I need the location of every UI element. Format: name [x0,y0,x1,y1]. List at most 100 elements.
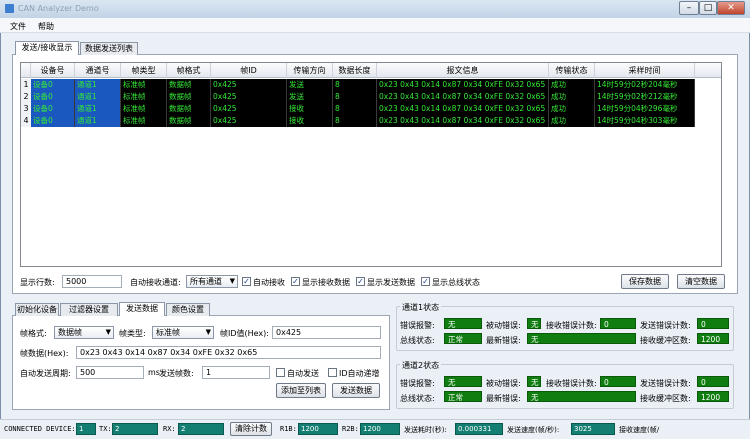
cell-time: 14时59分02秒212毫秒 [595,91,695,103]
auto-channel-label: 自动接收通道: [130,278,181,287]
tab-send-data[interactable]: 发送数据 [119,302,165,316]
table-row[interactable]: 1 设备0 通道1 标准帧 数据帧 0x425 发送 8 0x23 0x43 0x14 0x87… [21,79,721,91]
channel-select[interactable]: 所有通道 ▼ [186,275,238,288]
cell-direction: 发送 [287,91,333,103]
auto-send-checkbox[interactable] [276,368,285,377]
save-button[interactable]: 保存数据 [621,274,669,289]
show-send-checkbox[interactable]: ✓ [356,277,365,286]
r1b-value: 1200 [298,423,338,435]
passive-err-label: 被动错误: [486,321,521,330]
cell-message: 0x23 0x43 0x14 0x87 0x34 0xFE 0x32 0x65 [377,91,549,103]
frame-format-select[interactable]: 数据帧 ▼ [54,326,114,339]
count-input[interactable]: 1 [202,366,270,379]
row-number: 4 [21,115,31,127]
cell-status: 成功 [549,115,595,127]
send-speed-value: 3025 [571,423,615,435]
col-time[interactable]: 采样时间 [595,63,695,78]
col-frame-format[interactable]: 帧格式 [167,63,211,78]
col-frame-type[interactable]: 帧类型 [121,63,167,78]
show-receive-checkbox[interactable]: ✓ [291,277,300,286]
passive-err-value: 无 [527,376,541,387]
cell-direction: 发送 [287,79,333,91]
passive-err-value: 无 [527,318,541,329]
menu-file[interactable]: 文件 [10,21,26,32]
show-bus-label: 显示总线状态 [432,278,480,287]
col-device[interactable]: 设备号 [31,63,75,78]
rows-input[interactable]: 5000 [62,275,122,288]
col-direction[interactable]: 传输方向 [287,63,333,78]
message-table: 设备号 通道号 帧类型 帧格式 帧ID 传输方向 数据长度 报文信息 传输状态 … [20,62,722,267]
maximize-button[interactable]: □ [699,1,717,15]
col-data-length[interactable]: 数据长度 [333,63,377,78]
clear-button[interactable]: 清空数据 [677,274,725,289]
cell-frame-type: 标准帧 [121,79,167,91]
tx-err-count-label: 发送错误计数: [640,379,691,388]
chevron-down-icon: ▼ [105,328,111,336]
chevron-down-icon: ▼ [205,328,211,336]
bus-state-value: 正常 [444,333,482,344]
col-status[interactable]: 传输状态 [549,63,595,78]
col-frame-id[interactable]: 帧ID [211,63,287,78]
frame-id-input[interactable]: 0x425 [272,326,381,339]
cell-message: 0x23 0x43 0x14 0x87 0x34 0xFE 0x32 0x65 [377,115,549,127]
id-auto-inc-label: ID自动递增 [339,369,380,378]
last-err-value: 无 [527,333,636,344]
frame-type-select[interactable]: 标准帧 ▼ [152,326,214,339]
show-bus-checkbox[interactable]: ✓ [421,277,430,286]
frame-data-label: 帧数据(Hex): [20,349,69,358]
send-speed-label: 发送速度(帧/秒): [507,426,560,434]
cell-message: 0x23 0x43 0x14 0x87 0x34 0xFE 0x32 0x65 [377,79,549,91]
menu-help[interactable]: 帮助 [38,21,54,32]
cell-data-length: 8 [333,79,377,91]
app-icon [5,4,14,13]
last-err-label: 最新错误: [486,336,521,345]
rx-err-count-value: 0 [600,376,636,387]
auto-send-label: 自动发送 [287,369,319,378]
cell-frame-id: 0x425 [211,115,287,127]
add-to-list-button[interactable]: 添加至列表 [276,383,326,398]
period-label: 自动发送周期: [20,369,71,378]
tab-color[interactable]: 颜色设置 [166,303,210,316]
tab-init-device[interactable]: 初始化设备 [15,303,59,316]
frame-id-label: 帧ID值(Hex): [220,329,269,338]
rows-label: 显示行数: [20,278,55,287]
rx-err-count-label: 接收错误计数: [546,379,597,388]
channel2-title: 通道2状态 [400,360,442,371]
tx-err-count-value: 0 [697,318,729,329]
rx-buf-label: 接收缓冲区数: [640,394,691,403]
err-alarm-value: 无 [444,318,482,329]
row-number: 2 [21,91,31,103]
cell-device: 设备0 [31,91,75,103]
tab-send-list[interactable]: 数据发送列表 [80,42,138,55]
table-row[interactable]: 2 设备0 通道1 标准帧 数据帧 0x425 发送 8 0x23 0x43 0x14 0x87… [21,91,721,103]
title-bar [0,0,750,18]
frame-data-input[interactable]: 0x23 0x43 0x14 0x87 0x34 0xFE 0x32 0x65 [76,346,381,359]
tx-count: 2 [112,423,158,435]
r2b-label: R2B: [342,425,359,433]
header-corner [21,63,31,78]
minimize-button[interactable]: – [679,1,699,15]
rx-err-count-value: 0 [600,318,636,329]
tab-send-receive[interactable]: 发送/接收显示 [15,41,79,55]
clear-count-button[interactable]: 清除计数 [230,422,272,436]
close-button[interactable]: ✕ [717,1,745,15]
cell-direction: 接收 [287,115,333,127]
table-row[interactable]: 3 设备0 通道1 标准帧 数据帧 0x425 接收 8 0x23 0x43 0x14 0x87… [21,103,721,115]
cell-frame-type: 标准帧 [121,103,167,115]
err-alarm-label: 错误报警: [400,321,435,330]
send-data-button[interactable]: 发送数据 [332,383,380,398]
tx-label: TX: [99,425,112,433]
col-message[interactable]: 报文信息 [377,63,549,78]
auto-receive-checkbox[interactable]: ✓ [242,277,251,286]
id-auto-inc-checkbox[interactable] [328,368,337,377]
cell-frame-id: 0x425 [211,79,287,91]
tab-filter[interactable]: 过滤器设置 [60,303,118,316]
period-input[interactable]: 500 [76,366,144,379]
cell-frame-format: 数据帧 [167,79,211,91]
rx-buf-value: 1200 [697,333,729,344]
tx-err-count-value: 0 [697,376,729,387]
col-channel[interactable]: 通道号 [75,63,121,78]
chevron-down-icon: ▼ [229,277,235,285]
send-time-value: 0.000331 [455,423,503,435]
table-row[interactable]: 4 设备0 通道1 标准帧 数据帧 0x425 接收 8 0x23 0x43 0x14 0x87… [21,115,721,127]
